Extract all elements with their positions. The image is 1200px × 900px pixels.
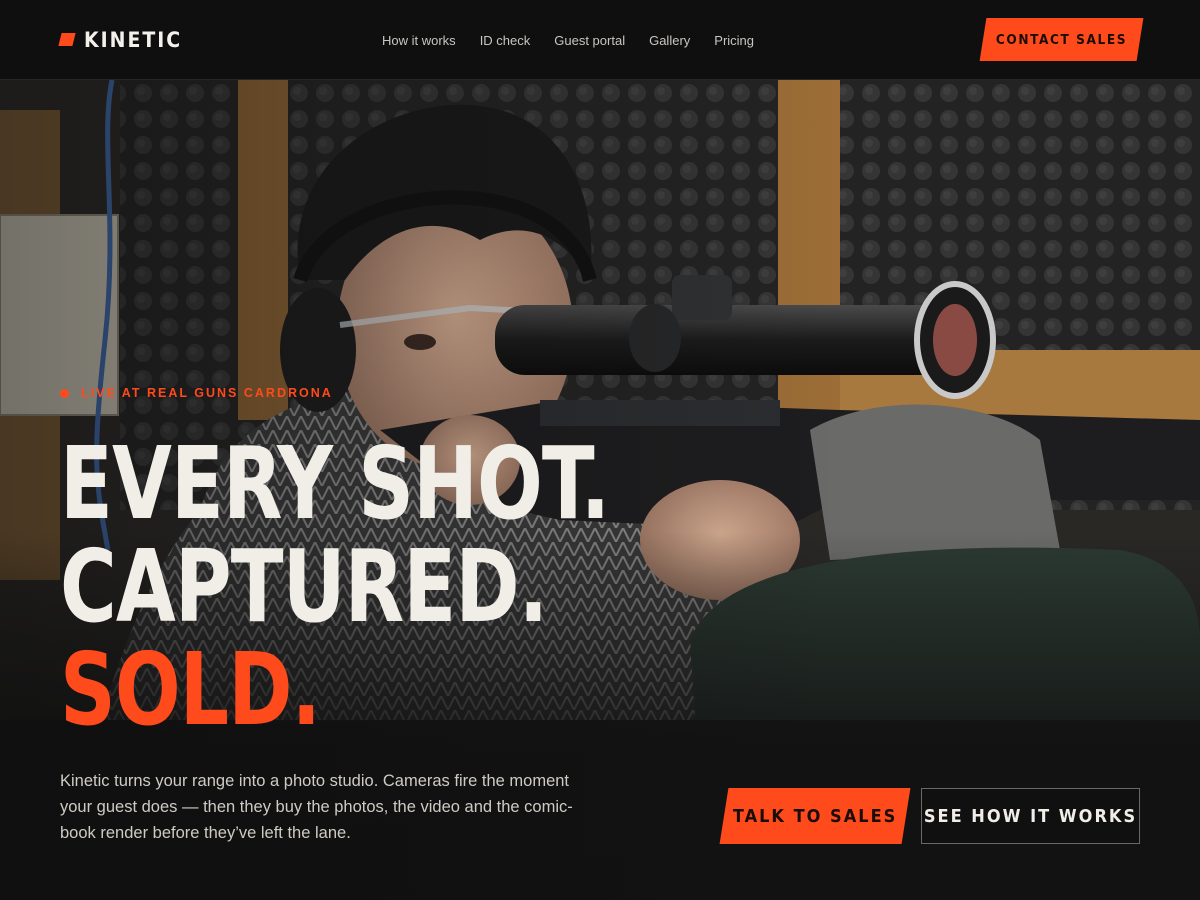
see-how-it-works-button[interactable]: SEE HOW IT WORKS: [921, 788, 1140, 844]
nav-link-id-check[interactable]: ID check: [480, 33, 531, 48]
nav-link-gallery[interactable]: Gallery: [649, 33, 690, 48]
brand-logo[interactable]: KINETIC: [58, 27, 183, 52]
hero-eyebrow: LIVE AT REAL GUNS CARDRONA: [60, 386, 333, 400]
logo-mark-icon: [58, 33, 76, 46]
headline-line-3: SOLD.: [60, 631, 321, 748]
see-how-it-works-label: SEE HOW IT WORKS: [923, 805, 1138, 827]
talk-to-sales-label: TALK TO SALES: [732, 805, 898, 827]
nav-link-guest-portal[interactable]: Guest portal: [554, 33, 625, 48]
headline-line-1: EVERY SHOT.: [60, 425, 610, 542]
hero-section: LIVE AT REAL GUNS CARDRONA EVERY SHOT. C…: [0, 80, 1200, 900]
live-dot-icon: [60, 388, 69, 398]
headline-line-2: CAPTURED.: [60, 528, 548, 645]
top-navbar: KINETIC How it works ID check Guest port…: [0, 0, 1200, 80]
eyebrow-text: LIVE AT REAL GUNS CARDRONA: [81, 386, 333, 400]
brand-name: KINETIC: [84, 27, 183, 52]
hero-description: Kinetic turns your range into a photo st…: [60, 772, 573, 842]
hero-headline: EVERY SHOT. CAPTURED. SOLD.: [60, 432, 820, 741]
contact-sales-button[interactable]: CONTACT SALES: [979, 18, 1144, 61]
talk-to-sales-button[interactable]: TALK TO SALES: [719, 788, 911, 844]
nav-link-pricing[interactable]: Pricing: [714, 33, 754, 48]
contact-sales-label: CONTACT SALES: [995, 31, 1128, 48]
nav-link-how-it-works[interactable]: How it works: [382, 33, 456, 48]
primary-nav: How it works ID check Guest portal Galle…: [382, 0, 754, 80]
